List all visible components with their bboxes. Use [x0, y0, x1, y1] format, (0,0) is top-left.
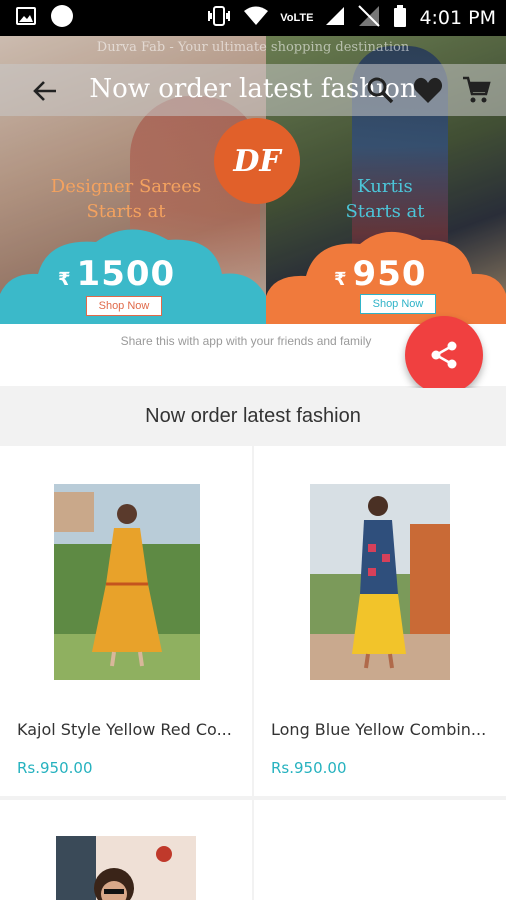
wishlist-button[interactable]: [412, 74, 444, 106]
gallery-notification-icon: [16, 6, 36, 30]
shop-kurtis-button[interactable]: Shop Now: [360, 294, 436, 314]
product-card[interactable]: [0, 800, 252, 900]
app-screen: VoLTE 4:01 PM Durva Fab - Your ultimate …: [0, 0, 506, 900]
product-name: Long Blue Yellow Combin...: [271, 720, 487, 739]
saree-offer-label: Designer Sarees Starts at: [50, 176, 202, 222]
product-name: Kajol Style Yellow Red Co...: [17, 720, 232, 739]
cart-button[interactable]: [460, 74, 492, 106]
empty-card: [254, 800, 506, 900]
product-image: [54, 484, 200, 680]
share-fab-button[interactable]: [405, 316, 483, 394]
product-price: Rs.950.00: [271, 759, 347, 777]
product-image: [56, 836, 196, 900]
share-icon: [431, 341, 457, 369]
vibrate-icon: [206, 5, 232, 32]
battery-icon: [393, 4, 407, 32]
brand-logo: DF: [214, 118, 300, 204]
section-title: Now order latest fashion: [0, 388, 506, 444]
product-image: [310, 484, 450, 680]
cart-icon: [463, 76, 491, 103]
product-price: Rs.950.00: [17, 759, 93, 777]
shop-sarees-button[interactable]: Shop Now: [86, 296, 162, 316]
search-button[interactable]: [364, 74, 396, 106]
volte-label: VoLTE: [280, 12, 314, 24]
kurti-offer-label: Kurtis Starts at: [345, 176, 425, 222]
app-bar: Now order latest fashion: [0, 64, 506, 116]
search-icon: [367, 77, 394, 104]
app-tagline: Durva Fab - Your ultimate shopping desti…: [96, 40, 410, 55]
cell-signal-icon: [325, 6, 345, 31]
product-card[interactable]: Long Blue Yellow Combin... Rs.950.00: [254, 446, 506, 796]
product-card[interactable]: Kajol Style Yellow Red Co... Rs.950.00: [0, 446, 252, 796]
kurti-price: ₹ 950: [334, 254, 427, 294]
wifi-icon: [244, 6, 269, 31]
heart-icon: [413, 77, 443, 103]
clock: 4:01 PM: [419, 7, 496, 29]
circle-notification-icon: [50, 4, 74, 33]
promo-banner[interactable]: Durva Fab - Your ultimate shopping desti…: [0, 36, 506, 324]
saree-price: ₹ 1500: [58, 254, 176, 294]
no-signal-icon: [357, 4, 381, 32]
status-bar: VoLTE 4:01 PM: [0, 0, 506, 36]
